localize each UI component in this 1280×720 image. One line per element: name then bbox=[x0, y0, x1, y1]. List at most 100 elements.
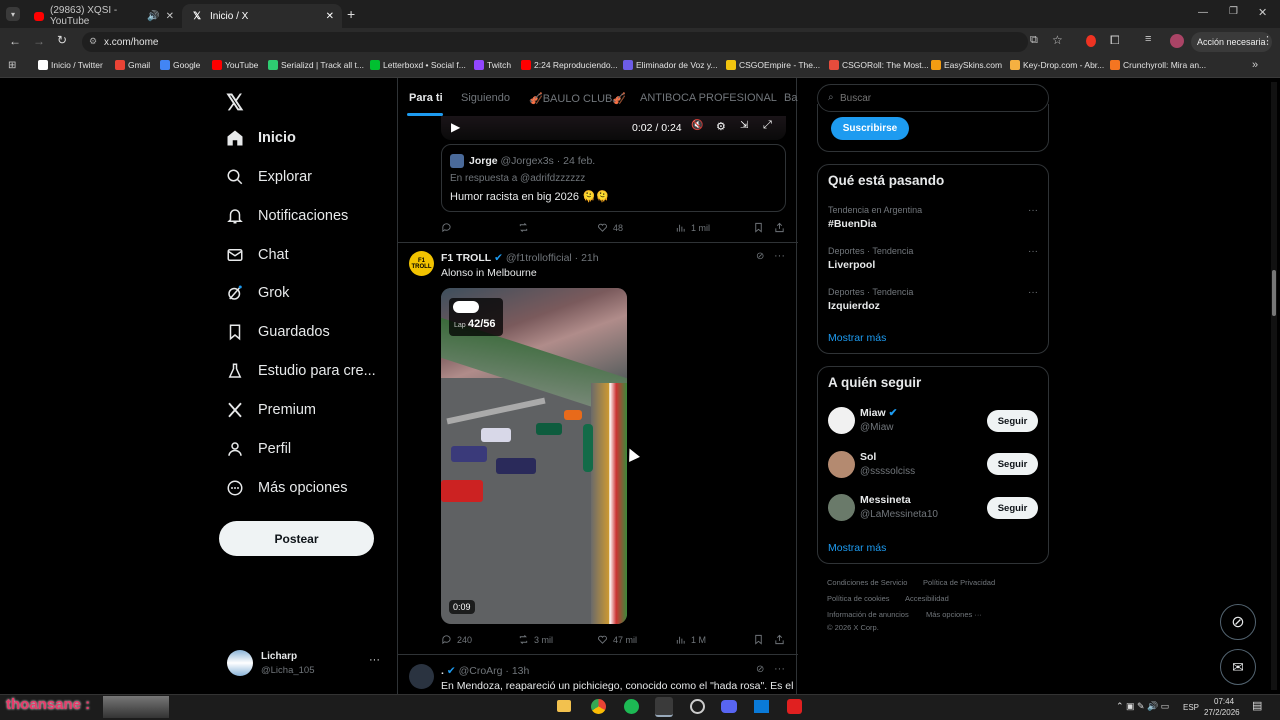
share-button[interactable] bbox=[774, 634, 785, 645]
bookmark-item[interactable]: EasySkins.com bbox=[931, 60, 1002, 70]
url-bar[interactable]: ⚙ x.com/home bbox=[82, 32, 1028, 52]
more-icon[interactable]: ··· bbox=[774, 663, 785, 675]
bookmark-item[interactable]: Google bbox=[160, 60, 200, 70]
bookmark-item[interactable]: CSGOEmpire - The... bbox=[726, 60, 820, 70]
bookmark-item[interactable]: Eliminador de Voz y... bbox=[623, 60, 718, 70]
post-button[interactable]: Postear bbox=[219, 521, 374, 556]
bookmark-item[interactable]: Key-Drop.com - Abr... bbox=[1010, 60, 1104, 70]
follow-name[interactable]: Messineta bbox=[860, 494, 911, 506]
tab-antiboca[interactable]: ANTIBOCA PROFESIONAL bbox=[640, 92, 777, 104]
app-icon[interactable] bbox=[787, 699, 802, 714]
footer-link[interactable]: Accesibilidad bbox=[905, 594, 949, 603]
like-button[interactable]: 47 mil bbox=[597, 634, 637, 645]
sidebar-item-profile[interactable]: Perfil bbox=[226, 440, 291, 458]
star-icon[interactable]: ☆ bbox=[1052, 33, 1063, 47]
author-name[interactable]: F1 TROLL bbox=[441, 252, 491, 264]
tab-baulo-club[interactable]: 🎻BAULO CLUB🎻 bbox=[529, 92, 626, 105]
author-handle[interactable]: @f1trollofficial bbox=[506, 252, 572, 264]
cast-icon[interactable]: ⧉ bbox=[1030, 34, 1038, 47]
mute-icon[interactable]: 🔇 bbox=[691, 120, 703, 131]
avatar[interactable]: F1 TROLL bbox=[409, 251, 434, 276]
footer-link[interactable]: Política de cookies bbox=[827, 594, 890, 603]
media-icon[interactable]: ≡ bbox=[1145, 33, 1151, 45]
sidebar-item-grok[interactable]: Grok bbox=[226, 284, 289, 302]
sidebar-item-bookmarks[interactable]: Guardados bbox=[226, 323, 330, 341]
folder-icon[interactable] bbox=[557, 700, 571, 712]
clock-date[interactable]: 27/2/2026 bbox=[1204, 708, 1240, 717]
trend-item[interactable]: Tendencia en Argentina #BuenDia bbox=[828, 205, 922, 230]
play-icon[interactable]: ▶ bbox=[451, 120, 460, 134]
avatar[interactable] bbox=[828, 451, 855, 478]
speaker-icon[interactable]: 🔊 bbox=[147, 11, 159, 22]
more-icon[interactable]: ··· bbox=[1028, 287, 1038, 298]
bookmark-item[interactable]: 2:24 Reproduciendo... bbox=[521, 60, 618, 70]
messages-float-button[interactable]: ✉ bbox=[1220, 649, 1256, 685]
more-icon[interactable]: ··· bbox=[1028, 205, 1038, 216]
footer-link[interactable]: Más opciones ··· bbox=[926, 610, 982, 619]
show-more-link[interactable]: Mostrar más bbox=[828, 542, 886, 554]
tab-x-home[interactable]: 𝕏 Inicio / X ✕ bbox=[182, 4, 342, 28]
menu-icon[interactable]: ⋮ bbox=[1262, 34, 1273, 47]
avatar[interactable] bbox=[828, 407, 855, 434]
scrollbar[interactable] bbox=[1271, 82, 1277, 690]
grok-icon[interactable]: ⊘ bbox=[756, 251, 764, 262]
close-icon[interactable]: ✕ bbox=[326, 11, 334, 22]
bookmark-item[interactable]: YouTube bbox=[212, 60, 258, 70]
follow-button[interactable]: Seguir bbox=[987, 497, 1038, 519]
author-handle[interactable]: @CroArg bbox=[459, 665, 503, 677]
site-info-icon[interactable]: ⚙ bbox=[89, 36, 97, 47]
retweet-button[interactable] bbox=[518, 222, 534, 233]
notepad-icon[interactable] bbox=[655, 697, 673, 717]
retweet-button[interactable]: 3 mil bbox=[518, 634, 553, 645]
like-button[interactable]: 48 bbox=[597, 222, 623, 233]
tray-icons[interactable]: ⌃ ▣ ✎ 🔊 ▭ bbox=[1116, 701, 1169, 712]
bookmark-item[interactable]: Inicio / Twitter bbox=[38, 60, 103, 70]
store-icon[interactable] bbox=[754, 700, 769, 713]
more-icon[interactable]: ··· bbox=[1028, 246, 1038, 257]
footer-link[interactable]: Política de Privacidad bbox=[923, 578, 995, 587]
steam-icon[interactable] bbox=[690, 699, 705, 714]
tab-search-button[interactable]: ▾ bbox=[6, 7, 20, 21]
pip-icon[interactable]: ⇲ bbox=[740, 120, 748, 131]
bookmark-item[interactable]: Letterboxd • Social f... bbox=[370, 60, 466, 70]
footer-link[interactable]: Condiciones de Servicio bbox=[827, 578, 907, 587]
language-indicator[interactable]: ESP bbox=[1183, 703, 1199, 712]
profile-avatar[interactable] bbox=[1170, 34, 1184, 48]
more-icon[interactable]: ··· bbox=[369, 654, 380, 666]
clock-time[interactable]: 07:44 bbox=[1214, 697, 1234, 706]
tab-overflow[interactable]: Ba bbox=[784, 92, 797, 104]
views-button[interactable]: 1 mil bbox=[675, 222, 710, 233]
sidebar-item-creator-studio[interactable]: Estudio para cre... bbox=[226, 362, 376, 380]
avatar[interactable] bbox=[409, 664, 434, 689]
reply-button[interactable]: 240 bbox=[441, 634, 472, 645]
more-icon[interactable]: ··· bbox=[774, 250, 785, 262]
follow-name[interactable]: Miaw ✔ bbox=[860, 407, 897, 419]
extension-icon[interactable] bbox=[1086, 35, 1096, 47]
maximize-button[interactable]: ❐ bbox=[1229, 6, 1238, 17]
puzzle-icon[interactable]: ⧠ bbox=[1110, 33, 1120, 48]
grok-icon[interactable]: ⊘ bbox=[756, 664, 764, 675]
scrollbar-thumb[interactable] bbox=[1272, 270, 1276, 316]
tweet-video[interactable]: Lap 42/56 0:09 bbox=[441, 288, 627, 624]
bookmark-button[interactable] bbox=[753, 634, 764, 645]
sidebar-item-explore[interactable]: Explorar bbox=[226, 168, 312, 186]
apps-icon[interactable]: ⊞ bbox=[8, 60, 16, 71]
follow-name[interactable]: Sol bbox=[860, 451, 876, 463]
sidebar-item-notifications[interactable]: Notificaciones bbox=[226, 207, 348, 225]
bookmark-button[interactable] bbox=[753, 222, 764, 233]
window-close-button[interactable]: ✕ bbox=[1258, 6, 1267, 19]
video-player[interactable]: ▶ 0:02 / 0:24 🔇 ⚙ ⇲ ⤢ bbox=[441, 116, 786, 140]
sidebar-item-more[interactable]: Más opciones bbox=[226, 479, 347, 497]
author-name[interactable]: . bbox=[441, 665, 444, 677]
chrome-icon[interactable] bbox=[591, 699, 606, 714]
bookmark-item[interactable]: Twitch bbox=[474, 60, 511, 70]
grok-float-button[interactable]: ⊘ bbox=[1220, 604, 1256, 640]
tab-following[interactable]: Siguiendo bbox=[461, 92, 510, 104]
discord-icon[interactable] bbox=[721, 700, 737, 713]
follow-button[interactable]: Seguir bbox=[987, 453, 1038, 475]
follow-button[interactable]: Seguir bbox=[987, 410, 1038, 432]
footer-link[interactable]: Información de anuncios bbox=[827, 610, 909, 619]
notification-icon[interactable]: ▤ bbox=[1252, 699, 1262, 712]
bookmark-item[interactable]: Crunchyroll: Mira an... bbox=[1110, 60, 1206, 70]
bookmark-item[interactable]: Gmail bbox=[115, 60, 150, 70]
